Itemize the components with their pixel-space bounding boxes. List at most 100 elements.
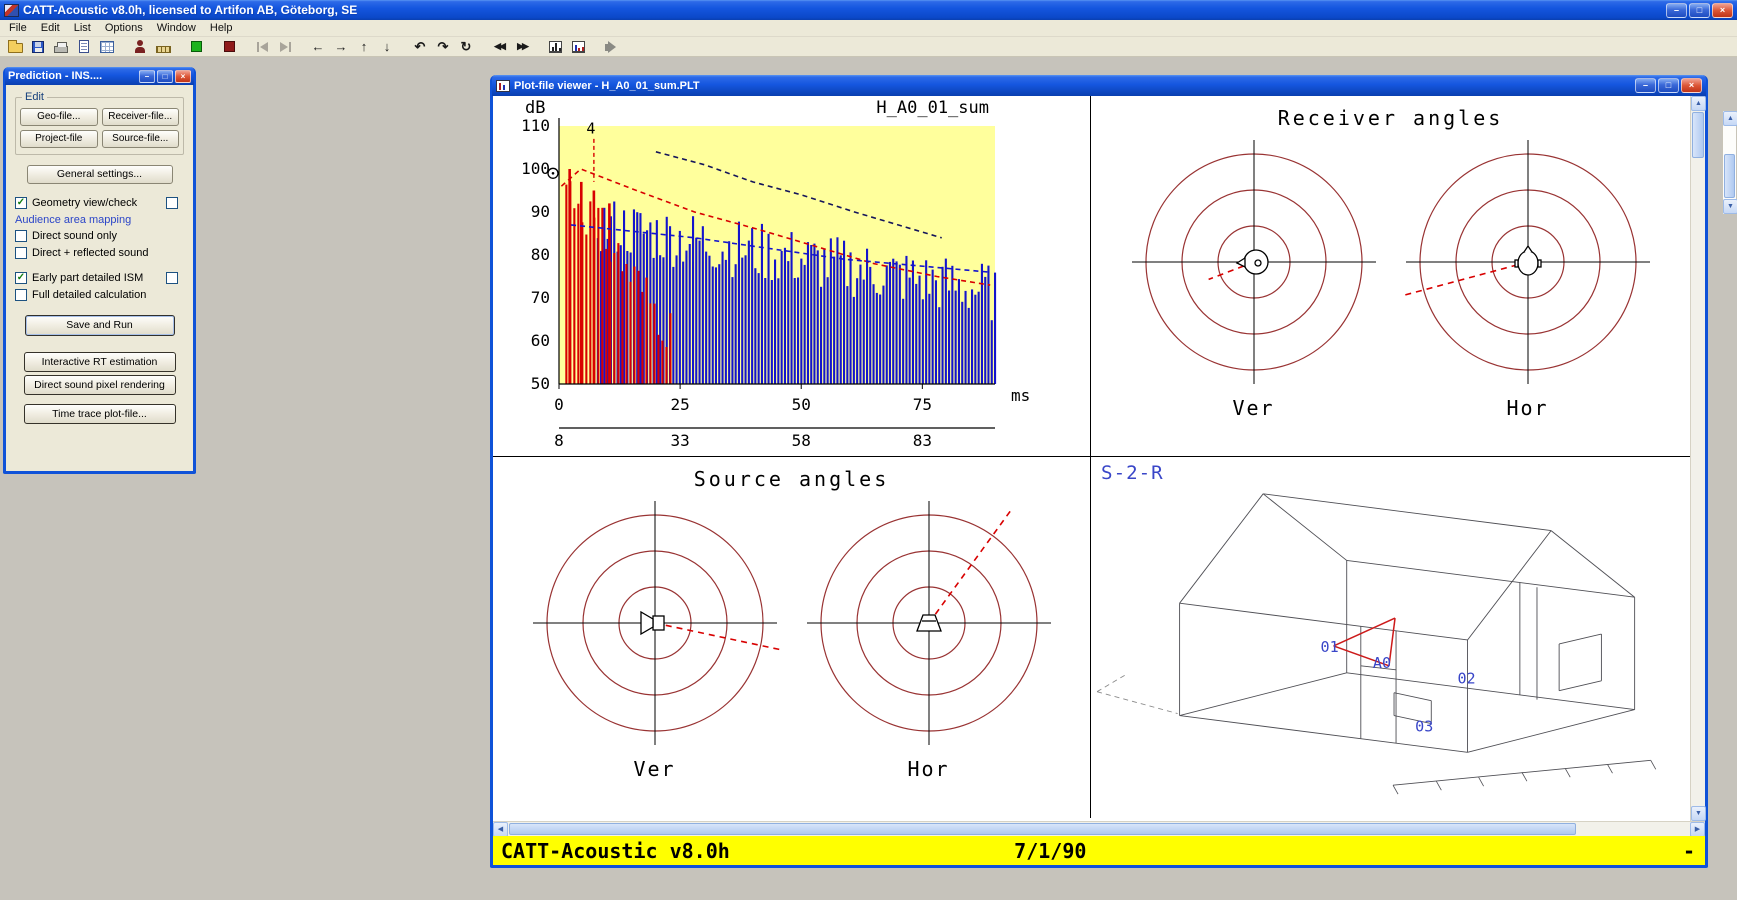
prev-plot-button[interactable]: ◀◀	[488, 37, 510, 56]
rotate-reset-icon: ↻	[461, 39, 472, 55]
person-icon	[134, 40, 146, 53]
plot-hscrollbar[interactable]: ◀ ▶	[493, 821, 1705, 836]
save-button[interactable]	[27, 37, 49, 56]
scroll-up-icon[interactable]: ▲	[1691, 96, 1706, 111]
svg-text:50: 50	[531, 374, 550, 393]
menu-window[interactable]: Window	[150, 21, 203, 36]
menu-options[interactable]: Options	[98, 21, 150, 36]
vscroll-track[interactable]	[1691, 159, 1705, 806]
pan-left-button[interactable]: ←	[307, 37, 329, 56]
hscroll-thumb[interactable]	[509, 823, 1576, 835]
time-trace-plot-file-button[interactable]: Time trace plot-file...	[24, 404, 176, 424]
plot-viewer-titlebar[interactable]: Plot-file viewer - H_A0_01_sum.PLT – □ ×	[492, 75, 1706, 96]
prediction-minimize-button[interactable]: –	[139, 70, 155, 83]
prediction-close-button[interactable]: ×	[175, 70, 191, 83]
prediction-window-buttons: – □ ×	[139, 70, 191, 83]
svg-text:90: 90	[531, 202, 550, 221]
close-button[interactable]: ×	[1712, 3, 1733, 18]
svg-text:33: 33	[670, 431, 689, 450]
menu-file[interactable]: File	[2, 21, 34, 36]
plot-maximize-button[interactable]: □	[1658, 78, 1679, 93]
plot-minimize-button[interactable]: –	[1635, 78, 1656, 93]
rotate-cw-button[interactable]: ↷	[432, 37, 454, 56]
open-button[interactable]	[4, 37, 26, 56]
stop-button[interactable]	[218, 37, 240, 56]
ver-polar-svg	[1122, 136, 1386, 394]
svg-text:70: 70	[531, 288, 550, 307]
print-button[interactable]	[50, 37, 72, 56]
project-file-button[interactable]: Project-file	[20, 130, 98, 148]
geometry-view-check-label: Geometry view/check	[32, 197, 137, 209]
geometry-view-check-checkbox[interactable]: ✓	[15, 197, 27, 209]
geo-file-button[interactable]: Geo-file...	[20, 108, 98, 126]
workspace-vscrollbar[interactable]: ▲ ▼	[1722, 110, 1737, 215]
full-detailed-calculation-checkbox[interactable]	[15, 289, 27, 301]
svg-text:60: 60	[531, 331, 550, 350]
source-polar-row: VerHor	[493, 497, 1090, 781]
direct-sound-only-label: Direct sound only	[32, 230, 117, 242]
save-and-run-button[interactable]: Save and Run	[25, 315, 175, 336]
menu-help[interactable]: Help	[203, 21, 240, 36]
geometry-view-check-extra-checkbox[interactable]	[166, 197, 178, 209]
status-plot-counter: 7/1/90	[1014, 839, 1086, 863]
folder-icon	[8, 43, 23, 53]
grid-icon	[100, 41, 114, 53]
interactive-rt-estimation-button[interactable]: Interactive RT estimation	[24, 352, 176, 372]
early-part-detailed-ism-checkbox[interactable]: ✓	[15, 272, 27, 284]
workspace-scroll-down-icon[interactable]: ▼	[1723, 199, 1737, 214]
prediction-maximize-button[interactable]: □	[157, 70, 173, 83]
measure-button[interactable]	[152, 37, 174, 56]
menu-edit[interactable]: Edit	[34, 21, 67, 36]
source-file-button[interactable]: Source-file...	[102, 130, 180, 148]
next-plot-icon: ▶▶	[517, 41, 527, 52]
hscroll-track[interactable]	[1577, 822, 1690, 836]
direct-sound-pixel-rendering-button[interactable]: Direct sound pixel rendering	[24, 375, 176, 395]
plot-spectrum-button[interactable]	[567, 37, 589, 56]
source-polar-row-hor-label: Hor	[907, 757, 949, 781]
minimize-button[interactable]: –	[1666, 3, 1687, 18]
pan-right-button[interactable]: →	[330, 37, 352, 56]
status-dash: -	[1683, 839, 1695, 863]
receiver-head-button[interactable]	[129, 37, 151, 56]
plot-histogram-button[interactable]	[544, 37, 566, 56]
plot-close-button[interactable]: ×	[1681, 78, 1702, 93]
prediction-titlebar[interactable]: Prediction - INS.... – □ ×	[5, 67, 194, 85]
plot-viewer-title: Plot-file viewer - H_A0_01_sum.PLT	[514, 80, 700, 92]
prediction-body: Edit Geo-file...Receiver-file...Project-…	[6, 85, 193, 433]
early-part-detailed-ism-row: ✓Early part detailed ISM	[15, 269, 184, 286]
sound-playback-button	[600, 37, 622, 56]
workspace-scroll-up-icon[interactable]: ▲	[1723, 111, 1737, 126]
run-button[interactable]	[185, 37, 207, 56]
geometry-grid-button[interactable]	[96, 37, 118, 56]
svg-text:dB: dB	[525, 98, 545, 118]
next-plot-button[interactable]: ▶▶	[511, 37, 533, 56]
direct-reflected-sound-checkbox[interactable]	[15, 247, 27, 259]
main-window-buttons: – □ ×	[1666, 3, 1733, 18]
plot-vscrollbar[interactable]: ▲ ▼	[1690, 96, 1705, 821]
pan-up-button[interactable]: ↑	[353, 37, 375, 56]
workspace-vscroll-thumb[interactable]	[1724, 154, 1735, 198]
pan-down-button[interactable]: ↓	[376, 37, 398, 56]
workspace-vscroll-track[interactable]	[1723, 126, 1736, 153]
scroll-down-icon[interactable]: ▼	[1691, 806, 1706, 821]
direct-sound-only-checkbox[interactable]	[15, 230, 27, 242]
green-square-icon	[191, 41, 202, 52]
text-file-button[interactable]	[73, 37, 95, 56]
plot-file-icon	[496, 80, 510, 92]
maximize-button[interactable]: □	[1689, 3, 1710, 18]
general-settings-button[interactable]: General settings...	[27, 165, 173, 184]
rotate-ccw-button[interactable]: ↶	[409, 37, 431, 56]
main-titlebar[interactable]: CATT-Acoustic v8.0h, licensed to Artifon…	[0, 0, 1737, 20]
scroll-left-icon[interactable]: ◀	[493, 822, 508, 837]
options-list: ✓Geometry view/checkAudience area mappin…	[13, 194, 186, 303]
receiver-file-button[interactable]: Receiver-file...	[102, 108, 180, 126]
menu-list[interactable]: List	[67, 21, 98, 36]
direct-reflected-sound-row: Direct + reflected sound	[15, 244, 184, 261]
early-part-detailed-ism-extra-checkbox[interactable]	[166, 272, 178, 284]
svg-text:A0: A0	[1373, 654, 1391, 672]
rotate-reset-button[interactable]: ↻	[455, 37, 477, 56]
scroll-right-icon[interactable]: ▶	[1690, 822, 1705, 837]
vscroll-thumb[interactable]	[1692, 112, 1704, 158]
chart2-icon	[572, 41, 585, 53]
full-detailed-calculation-label: Full detailed calculation	[32, 289, 146, 301]
